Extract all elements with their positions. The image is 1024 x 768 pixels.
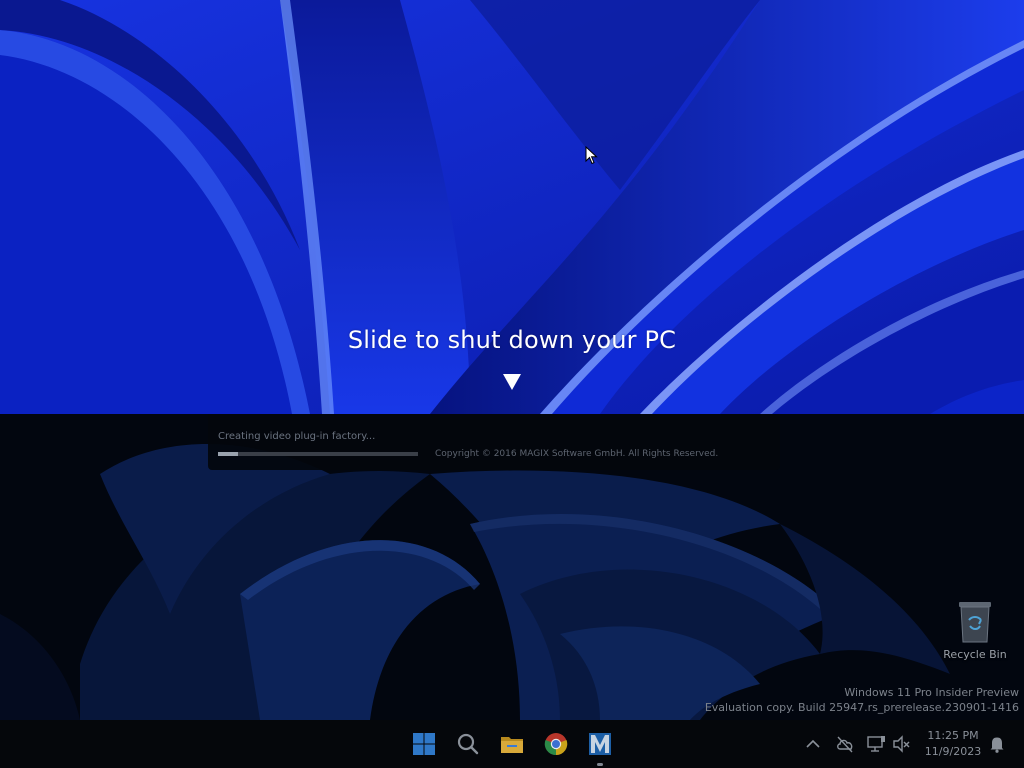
splash-status-text: Creating video plug-in factory... [218,431,376,442]
splash-progress-bar [218,452,418,456]
clock-date: 11/9/2023 [924,745,982,758]
network-status[interactable] [835,734,855,754]
watermark-line-build: Evaluation copy. Build 25947.rs_prerelea… [704,701,1019,714]
system-clock[interactable]: 11:25 PM 11/9/2023 [918,728,988,760]
display-status[interactable] [866,734,886,754]
recycle-bin-label: Recycle Bin [943,648,1007,661]
chevron-up-icon [806,739,820,748]
chrome-button[interactable] [540,728,572,760]
watermark-line-edition: Windows 11 Pro Insider Preview [844,686,1019,699]
magix-icon [589,733,611,755]
monitor-icon [867,736,885,752]
splash-copyright-text: Copyright © 2016 MAGIX Software GmbH. Al… [435,449,719,459]
search-icon [457,733,479,755]
recycle-bin-icon [959,602,991,643]
slide-down-arrow-icon[interactable] [502,373,522,391]
windows-evaluation-watermark: Windows 11 Pro Insider Preview Evaluatio… [705,685,1019,715]
bell-icon [990,737,1004,753]
magix-splash-screen: Creating video plug-in factory... Copyri… [208,414,780,470]
start-button[interactable] [408,728,440,760]
taskbar: 11:25 PM 11/9/2023 [0,720,1024,768]
shutdown-slide-overlay[interactable]: Slide to shut down your PC [0,0,1024,414]
speaker-muted-icon [893,735,910,753]
desktop[interactable]: Creating video plug-in factory... Copyri… [0,414,1024,720]
shutdown-prompt-text: Slide to shut down your PC [347,326,677,354]
magix-app-button[interactable] [584,728,616,760]
active-app-indicator [597,763,603,766]
clock-time: 11:25 PM [927,729,979,742]
search-button[interactable] [452,728,484,760]
folder-icon [501,737,523,753]
desktop-icon-recycle-bin[interactable]: Recycle Bin [940,594,1010,664]
screen: Slide to shut down your PC Creating vide… [0,0,1024,768]
show-hidden-icons[interactable] [803,734,823,754]
windows-logo-icon [413,733,435,755]
sound-muted[interactable] [892,734,912,754]
file-explorer-button[interactable] [496,728,528,760]
notifications[interactable] [987,734,1007,754]
chrome-icon [544,733,568,756]
mouse-pointer-icon [585,146,598,165]
cloud-offline-icon [837,736,853,753]
splash-progress-fill [218,452,238,456]
